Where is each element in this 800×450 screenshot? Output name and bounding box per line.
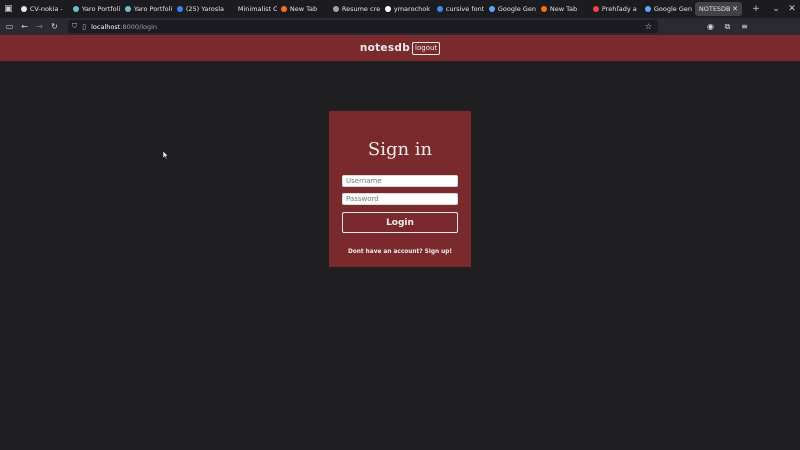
tab-label: New Tab [549,5,578,13]
login-card: Sign in Login Dont have an account? Sign… [329,111,471,267]
tab-favicon-icon [176,6,183,12]
toolbar-right: ◉ ⧉ ≡ [703,18,752,35]
tab-favicon-icon [20,6,27,12]
tab-label: Minimalist C [237,5,277,13]
browser-tab[interactable]: Resume cre [329,0,381,18]
tab-favicon-icon [280,6,287,12]
browser-nav-bar: ▭ ← → ↻ ⛉ ▯ localhost:8000/login ☆ ◉ ⧉ ≡ [0,18,800,35]
url-path: :8000/login [120,22,158,31]
tab-label: New Tab [289,5,318,13]
reload-icon[interactable]: ↻ [47,18,62,35]
tab-favicon-icon [540,6,547,12]
tab-strip: CV-nokia - Yaro Portfoli Yaro Portfoli (25)… [17,0,693,18]
browser-tab[interactable]: cursive font [433,0,485,18]
site-header: notesdb logout [0,35,800,61]
login-button[interactable]: Login [342,212,458,233]
signup-link[interactable]: Dont have an account? Sign up! [348,249,452,255]
mouse-cursor-icon [163,151,169,159]
tab-label: cursive font [445,5,485,13]
tab-favicon-icon [384,6,391,12]
tab-favicon-icon [124,6,131,12]
tab-favicon-icon [644,6,651,12]
url-host: localhost [91,22,121,31]
tab-favicon-icon [72,6,79,12]
close-tab-icon[interactable]: ✕ [732,5,738,13]
browser-tab[interactable]: Google Gen [641,0,693,18]
account-icon[interactable]: ◉ [703,18,718,35]
browser-tab[interactable]: CV-nokia - [17,0,69,18]
browser-tab[interactable]: New Tab [277,0,329,18]
new-tab-icon[interactable]: + [748,0,764,18]
tab-label: Yaro Portfoli [133,5,173,13]
tab-favicon-icon [488,6,495,12]
tab-favicon-icon [436,6,443,12]
browser-tab[interactable]: Minimalist C [225,0,277,18]
tab-label: Yaro Portfoli [81,5,121,13]
extensions-icon[interactable]: ⧉ [720,18,735,35]
tab-label: ymarochok [393,5,430,13]
tab-favicon-icon [592,6,599,12]
close-window-icon[interactable]: ✕ [784,0,800,18]
tab-label: CV-nokia - [29,5,63,13]
sidebar-toggle-icon[interactable]: ▭ [2,18,17,35]
browser-tab[interactable]: Google Gen [485,0,537,18]
chevron-down-icon[interactable]: ⌄ [768,0,784,18]
tab-label: Resume cre [341,5,381,13]
browser-tab[interactable]: ymarochok [381,0,433,18]
tab-favicon-icon [332,6,339,12]
browser-tab[interactable]: Yaro Portfoli [121,0,173,18]
page-title: Sign in [367,139,433,160]
browser-tab-bar: ▣ CV-nokia - Yaro Portfoli Yaro Portfoli (2… [0,0,800,18]
browser-tab[interactable]: New Tab [537,0,589,18]
tab-bar-controls: + ⌄ ✕ [748,0,800,18]
logout-button[interactable]: logout [412,41,441,55]
shield-icon[interactable]: ⛉ [72,22,77,31]
forward-icon[interactable]: → [32,18,47,35]
back-icon[interactable]: ← [17,18,32,35]
tab-label: Google Gen [653,5,693,13]
address-bar[interactable]: ⛉ ▯ localhost:8000/login ☆ [68,20,658,33]
tab-label: NOTESDB [698,5,731,13]
browser-tab[interactable]: (25) Yarosla [173,0,225,18]
tab-list-icon[interactable]: ▣ [0,0,17,18]
tab-favicon-icon [228,6,235,12]
bookmark-star-icon[interactable]: ☆ [645,22,652,31]
username-input[interactable] [342,175,458,187]
browser-tab[interactable]: Yaro Portfoli [69,0,121,18]
tab-label: Google Gen [497,5,537,13]
password-input[interactable] [342,193,458,205]
url-text: localhost:8000/login [91,23,157,31]
tab-active[interactable]: NOTESDB ✕ [694,2,742,16]
menu-icon[interactable]: ≡ [737,18,752,35]
tab-label: Prehľady a [601,5,637,13]
tab-label: (25) Yarosla [185,5,225,13]
page-icon[interactable]: ▯ [82,23,86,31]
browser-tab[interactable]: Prehľady a [589,0,641,18]
brand-logo[interactable]: notesdb [360,42,410,54]
